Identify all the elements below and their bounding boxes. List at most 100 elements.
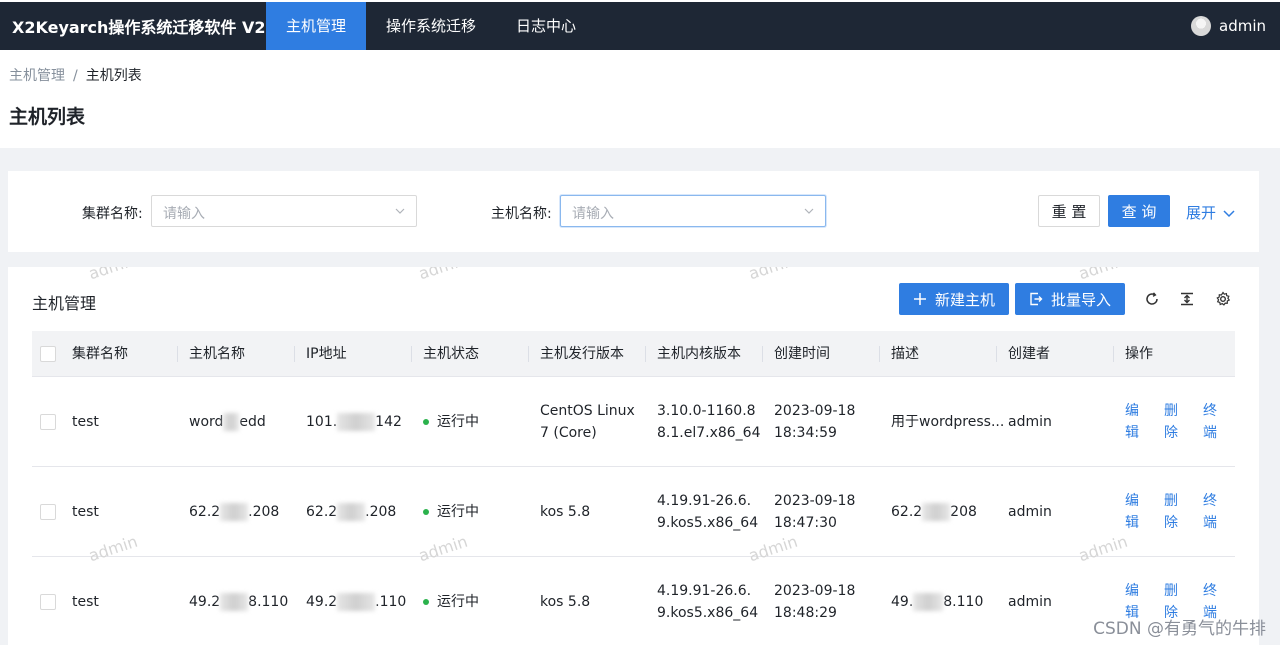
select-all-cell: [32, 345, 60, 362]
column-header[interactable]: 创建时间: [762, 343, 879, 365]
edit-link[interactable]: 编辑: [1125, 400, 1143, 444]
delete-link[interactable]: 删除: [1164, 400, 1182, 444]
nav-tab-log-center[interactable]: 日志中心: [496, 2, 596, 50]
cell-status: 运行中: [411, 411, 528, 433]
description-start: 49.: [891, 593, 914, 610]
created-date: 2023-09-18: [774, 492, 856, 509]
host-name-end: .208: [248, 503, 280, 520]
row-checkbox-cell: [32, 593, 60, 610]
column-header[interactable]: IP地址: [294, 343, 411, 365]
redaction-blur: [223, 412, 240, 431]
chevron-down-icon: [804, 208, 814, 214]
density-icon[interactable]: [1179, 291, 1195, 307]
terminal-link[interactable]: 终端: [1203, 400, 1221, 444]
host-name-select[interactable]: 请输入: [560, 195, 826, 227]
redaction-blur: [337, 412, 376, 431]
batch-import-button[interactable]: 批量导入: [1015, 283, 1126, 315]
cell-description: 用于wordpress...: [879, 411, 1004, 433]
ip-end: .208: [365, 503, 397, 520]
query-button[interactable]: 查 询: [1108, 195, 1170, 227]
watermark: admin: [746, 267, 800, 283]
add-host-button[interactable]: 新建主机: [899, 283, 1010, 315]
column-header[interactable]: 主机状态: [411, 343, 528, 365]
main-nav: 主机管理 操作系统迁移 日志中心: [266, 2, 596, 50]
cluster-name-placeholder: 请输入: [163, 206, 205, 222]
batch-import-label: 批量导入: [1051, 290, 1112, 309]
settings-gear-icon[interactable]: [1215, 291, 1231, 307]
edit-link[interactable]: 编辑: [1125, 490, 1143, 534]
expand-toggle[interactable]: 展开: [1186, 202, 1236, 223]
delete-link[interactable]: 删除: [1164, 490, 1182, 534]
reset-button[interactable]: 重 置: [1038, 195, 1100, 227]
host-table: 集群名称 主机名称 IP地址 主机状态 主机发行版本 主机内核版本 创建时间 描…: [32, 331, 1235, 645]
watermark: admin: [416, 267, 470, 283]
row-checkbox[interactable]: [40, 503, 56, 520]
ip-end: .110: [375, 593, 407, 610]
row-checkbox[interactable]: [40, 413, 56, 430]
refresh-icon[interactable]: [1144, 291, 1160, 307]
cell-creator: admin: [1008, 503, 1052, 520]
cell-created: 2023-09-18 18:47:30: [762, 490, 879, 534]
column-header[interactable]: 主机名称: [177, 343, 294, 365]
table-row: test 49.2 8.110 49.2 .110 运行中 kos 5.8 4.19…: [32, 557, 1235, 645]
cell-actions: 编辑 删除 终端: [1113, 490, 1235, 534]
row-checkbox-cell: [32, 413, 60, 430]
redaction-blur: [337, 592, 376, 611]
host-name-end: 8.110: [248, 593, 289, 610]
chevron-down-icon: [395, 208, 405, 214]
terminal-link[interactable]: 终端: [1203, 490, 1221, 534]
search-panel: 集群名称: 请输入 主机名称: 请输入 重 置 查 询 展开: [8, 171, 1259, 252]
chevron-down-icon: [1223, 209, 1235, 217]
import-icon: [1030, 292, 1043, 306]
description-end: 208: [950, 503, 977, 520]
cell-kernel: 3.10.0-1160.88.1.el7.x86_64: [657, 402, 761, 441]
redaction-blur: [220, 502, 249, 521]
ip-start: 49.2: [306, 593, 338, 610]
host-table-panel: 主机管理 新建主机 批量导入 集群名称 主机名称 IP地址 主机状态 主机发行版…: [8, 267, 1259, 645]
column-header[interactable]: 创建者: [996, 343, 1113, 365]
description-end: 8.110: [943, 593, 984, 610]
breadcrumb-parent[interactable]: 主机管理: [9, 68, 65, 84]
row-checkbox[interactable]: [40, 593, 56, 610]
nav-tab-os-migration[interactable]: 操作系统迁移: [366, 2, 496, 50]
avatar: [1191, 16, 1211, 36]
column-header[interactable]: 主机发行版本: [528, 343, 645, 365]
table-row: test word edd 101. 142 运行中 CentOS Linux 7 …: [32, 377, 1235, 467]
cell-release: kos 5.8: [540, 593, 591, 610]
ip-start: 62.2: [306, 503, 338, 520]
column-header[interactable]: 主机内核版本: [645, 343, 762, 365]
select-all-checkbox[interactable]: [40, 345, 56, 362]
created-time: 18:47:30: [774, 514, 837, 531]
plus-icon: [914, 293, 926, 305]
status-text: 运行中: [437, 413, 479, 430]
host-name-label: 主机名称:: [491, 206, 552, 222]
nav-tab-host-management[interactable]: 主机管理: [266, 2, 367, 50]
user-menu[interactable]: admin: [1191, 2, 1266, 50]
cell-release: kos 5.8: [540, 503, 591, 520]
watermark: admin: [86, 267, 140, 283]
breadcrumb-current: 主机列表: [85, 68, 142, 84]
cell-ip: 101. 142: [294, 411, 411, 433]
created-date: 2023-09-18: [774, 582, 856, 599]
status-text: 运行中: [437, 503, 479, 520]
page-title: 主机列表: [9, 106, 86, 128]
cluster-name-select[interactable]: 请输入: [151, 195, 417, 227]
footer-credit: CSDN @有勇气的牛排: [1093, 619, 1266, 639]
cell-cluster: test: [72, 503, 99, 520]
redaction-blur: [337, 502, 366, 521]
expand-label: 展开: [1186, 204, 1217, 222]
column-header[interactable]: 集群名称: [60, 343, 177, 365]
cell-created: 2023-09-18 18:34:59: [762, 400, 879, 444]
cell-status: 运行中: [411, 501, 528, 523]
cell-status: 运行中: [411, 591, 528, 613]
cell-cluster: test: [72, 413, 99, 430]
cluster-name-label: 集群名称:: [82, 206, 143, 222]
cell-ip: 49.2 .110: [294, 591, 411, 613]
row-checkbox-cell: [32, 503, 60, 520]
status-dot: [423, 418, 429, 425]
host-name-start: 62.2: [189, 503, 221, 520]
cell-ip: 62.2 .208: [294, 501, 411, 523]
cell-creator: admin: [1008, 413, 1052, 430]
column-header[interactable]: 描述: [879, 343, 996, 365]
cell-cluster: test: [72, 593, 99, 610]
